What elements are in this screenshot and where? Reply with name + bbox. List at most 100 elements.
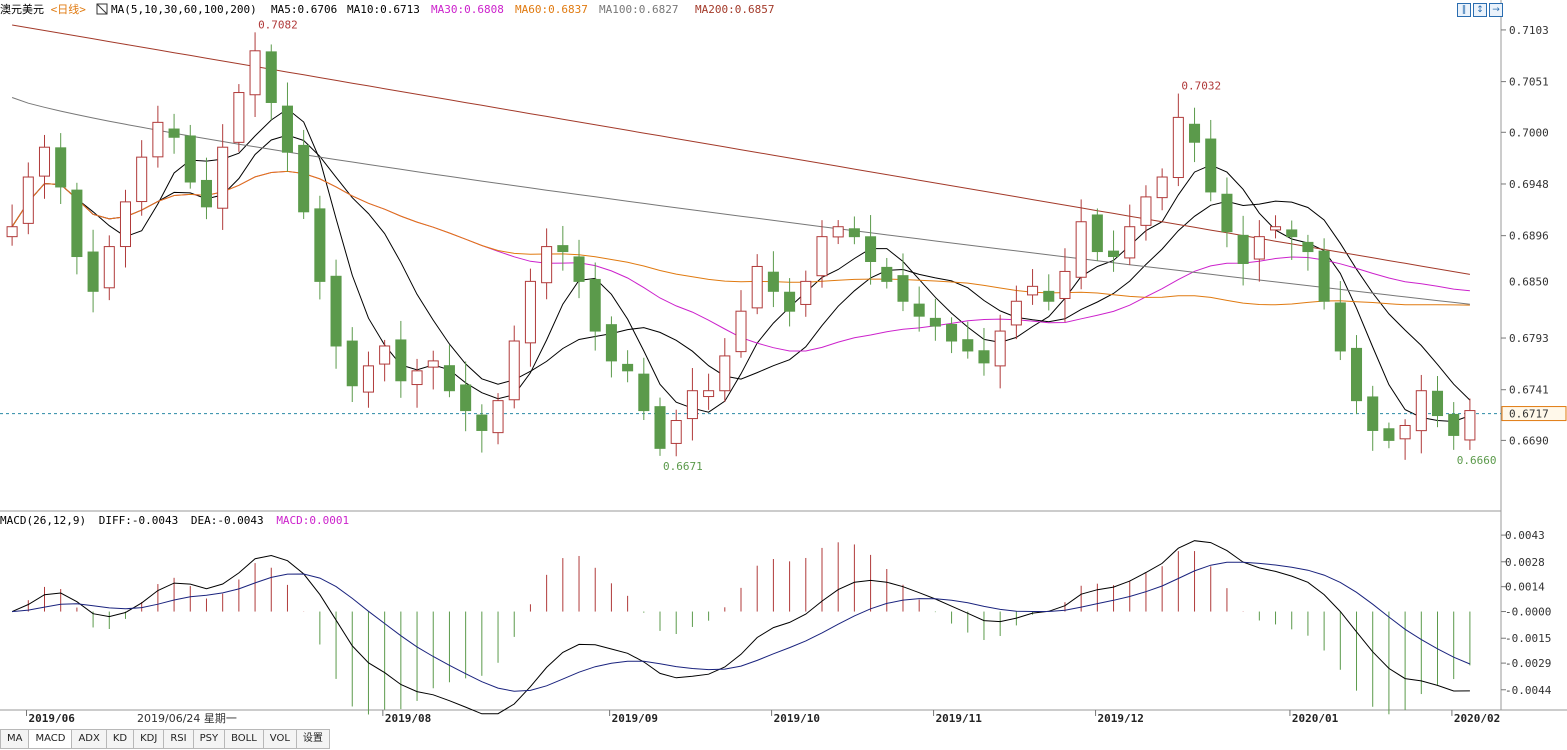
dea-line xyxy=(12,561,1471,692)
candle-body xyxy=(411,370,423,386)
candle-body xyxy=(1286,229,1298,238)
extreme-price-annotation: 0.7032 xyxy=(1181,80,1221,93)
macd-y-axis: 0.0043 0.0028 0.0014 -0.0000 -0.0015 -0.0029 -… xyxy=(1501,529,1552,697)
candle-body xyxy=(1075,221,1087,278)
ma5-line xyxy=(11,108,1471,423)
candle-body xyxy=(1108,250,1120,258)
macd-tick-label: -0.0044 xyxy=(1505,684,1552,697)
candle-body xyxy=(848,228,860,238)
price-tick-label: 0.6690 xyxy=(1509,434,1549,447)
candle-body xyxy=(136,156,148,203)
indicator-tab[interactable]: RSI xyxy=(164,729,194,749)
candle-body xyxy=(298,144,310,213)
candle-body xyxy=(751,265,763,309)
indicator-tab[interactable]: KD xyxy=(106,729,135,749)
candle-body xyxy=(476,414,488,431)
resize-button[interactable]: ↕ xyxy=(1473,3,1487,17)
time-tick-label: 2019/09 xyxy=(612,712,658,725)
candle-body xyxy=(865,236,877,263)
candle-body xyxy=(703,390,715,398)
indicator-tab[interactable]: BOLL xyxy=(225,729,264,749)
indicator-tab[interactable]: MA xyxy=(0,729,30,749)
candle-body xyxy=(622,363,634,372)
dea-value: DEA:-0.0043 xyxy=(191,514,264,527)
indicator-tab[interactable]: PSY xyxy=(193,729,226,749)
candle-body xyxy=(1464,410,1476,441)
indicator-tab[interactable]: VOL xyxy=(263,729,297,749)
time-tick-label: 2019/06 xyxy=(28,712,75,725)
diff-line xyxy=(11,540,1470,715)
chart-canvas[interactable]: 澳元美元 <日线> MA(5,10,30,60,100,200) MA5:0.6… xyxy=(0,0,1567,730)
candle-body xyxy=(119,201,132,248)
price-tick-label: 0.6793 xyxy=(1509,332,1549,345)
candle-body xyxy=(1027,285,1039,296)
ma10-value: MA10:0.6713 xyxy=(347,3,420,16)
ma5-value: MA5:0.6706 xyxy=(271,3,337,16)
indicator-tab-bar: MA MACD ADX KD KDJ RSI PSY BOLL VOL 设置 xyxy=(0,729,330,749)
ma-spec-label: MA(5,10,30,60,100,200) xyxy=(111,3,257,16)
indicator-tab[interactable]: MACD xyxy=(29,729,73,749)
indicator-tab[interactable]: KDJ xyxy=(134,729,165,749)
macd-tick-label: 0.0043 xyxy=(1505,529,1545,542)
candle-body xyxy=(816,236,828,277)
candle-body xyxy=(1140,196,1152,226)
candle-body xyxy=(362,365,374,393)
candle-body xyxy=(1334,302,1346,352)
ma60-line xyxy=(11,170,1470,306)
candle-body xyxy=(1253,236,1265,260)
time-tick-label: 2020/02 xyxy=(1454,712,1500,725)
candle-body xyxy=(103,246,115,289)
price-marker-label: 0.6850 xyxy=(1509,275,1549,288)
candle-body xyxy=(1399,424,1411,440)
candle-body xyxy=(168,128,180,138)
candle-body xyxy=(87,251,99,292)
candle-body xyxy=(605,324,617,362)
price-tick-label: 0.7051 xyxy=(1509,76,1549,89)
macd-tick-label: -0.0000 xyxy=(1505,606,1551,619)
candle-body xyxy=(460,384,472,412)
ma200-value: MA200:0.6857 xyxy=(695,3,774,16)
ma-indicator-icon-stroke xyxy=(96,3,108,15)
candle-body xyxy=(1124,226,1136,259)
extreme-price-annotation: 0.6671 xyxy=(663,460,703,473)
ma30-value: MA30:0.6808 xyxy=(431,3,504,16)
price-y-axis: 0.7103 0.7051 0.7000 0.6948 0.6896 0.6793 0.67… xyxy=(1501,24,1549,447)
candle-body xyxy=(1156,176,1168,199)
candle-body xyxy=(508,340,520,401)
candle-body xyxy=(654,406,666,449)
macd-tick-label: -0.0029 xyxy=(1505,657,1551,670)
candle-body xyxy=(557,245,569,253)
candle-body xyxy=(1367,396,1379,431)
candle-body xyxy=(541,246,553,284)
candle-body xyxy=(670,420,682,444)
price-tick-label: 0.6948 xyxy=(1509,178,1549,191)
candle-body xyxy=(249,50,261,96)
candle-body xyxy=(686,390,698,420)
symbol-label: 澳元美元 xyxy=(0,3,44,16)
candle-body xyxy=(832,226,844,238)
layout-button[interactable]: ‖ xyxy=(1457,3,1471,17)
time-tick-label: 2019/08 xyxy=(385,712,431,725)
candle-body xyxy=(929,317,941,327)
time-tick-label: 2019/10 xyxy=(774,712,820,725)
candle-body xyxy=(1205,138,1217,193)
macd-value: MACD:0.0001 xyxy=(276,514,349,527)
candle-body xyxy=(946,323,958,342)
macd-spec-label: MACD(26,12,9) xyxy=(0,514,86,527)
indicator-tab[interactable]: ADX xyxy=(72,729,107,749)
candle-body xyxy=(800,280,812,305)
candle-body xyxy=(1237,234,1249,264)
candlestick-series[interactable] xyxy=(6,32,1476,460)
candle-body xyxy=(22,176,34,224)
candle-body xyxy=(1059,270,1071,299)
candle-body xyxy=(1415,390,1427,432)
ma60-value: MA60:0.6837 xyxy=(515,3,588,16)
time-tick-label: 2020/01 xyxy=(1292,712,1339,725)
candle-body xyxy=(589,278,601,332)
forward-button[interactable]: → xyxy=(1489,3,1503,17)
candle-body xyxy=(1172,116,1184,179)
candle-body xyxy=(978,350,990,364)
candle-body xyxy=(233,92,245,143)
ma200-line xyxy=(12,24,1470,275)
indicator-tab[interactable]: 设置 xyxy=(296,729,330,749)
